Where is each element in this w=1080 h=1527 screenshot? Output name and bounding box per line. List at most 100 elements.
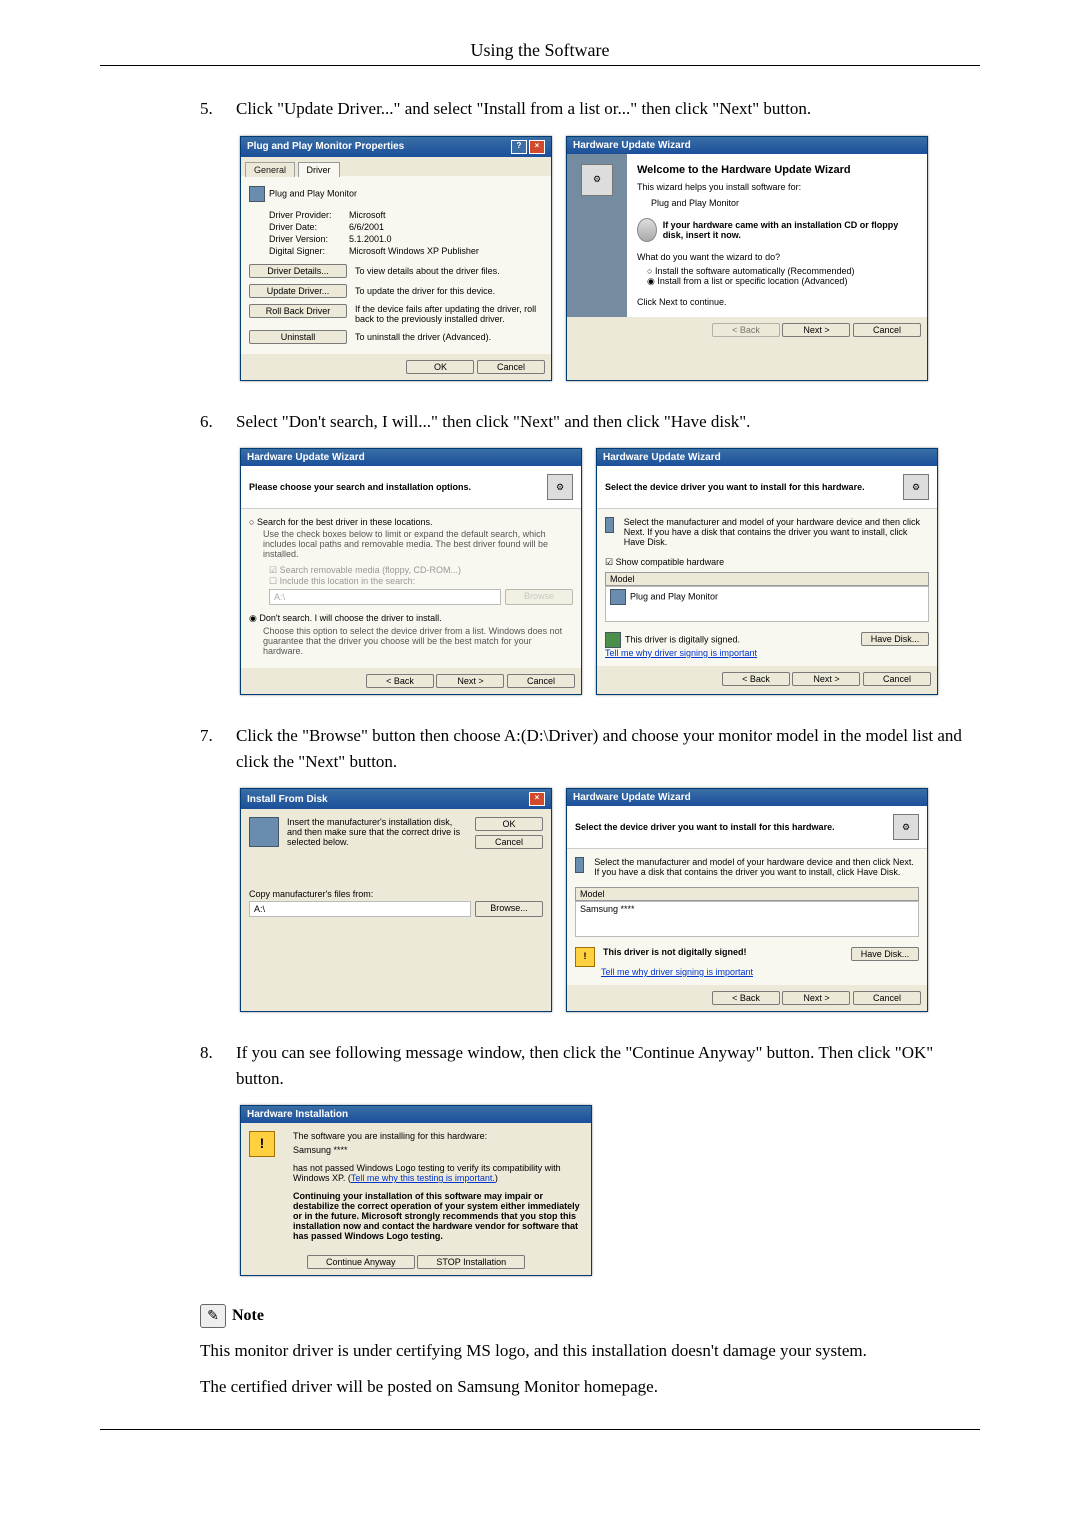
cancel-button[interactable]: Cancel	[507, 674, 575, 688]
option-search[interactable]: Search for the best driver in these loca…	[249, 517, 573, 527]
wizard-welcome: Hardware Update Wizard ⚙ Welcome to the …	[566, 136, 928, 381]
rollback-desc: If the device fails after updating the d…	[355, 304, 543, 324]
help-icon[interactable]: ?	[511, 140, 527, 154]
not-signed-text: This driver is not digitally signed!	[603, 947, 747, 957]
cancel-button[interactable]: Cancel	[853, 323, 921, 337]
warn-device: Samsung ****	[293, 1145, 583, 1155]
step-8-screenshots: Hardware Installation ! The software you…	[240, 1105, 980, 1276]
next-button[interactable]: Next >	[436, 674, 504, 688]
back-button[interactable]: < Back	[366, 674, 434, 688]
rollback-button[interactable]: Roll Back Driver	[249, 304, 347, 318]
step-number: 6.	[200, 409, 236, 435]
model-item[interactable]: Samsung ****	[580, 904, 635, 914]
step-number: 5.	[200, 96, 236, 122]
ok-button[interactable]: OK	[406, 360, 474, 374]
why-signing-link[interactable]: Tell me why driver signing is important	[601, 967, 753, 977]
wizard-body: ⚙ Welcome to the Hardware Update Wizard …	[567, 154, 927, 317]
gear-icon: ⚙	[547, 474, 573, 500]
wizard-intro: This wizard helps you install software f…	[637, 182, 917, 192]
cd-hint: If your hardware came with an installati…	[663, 220, 917, 240]
button-row: < Back Next > Cancel	[567, 985, 927, 1011]
wizard-heading: Select the device driver you want to ins…	[575, 822, 835, 832]
cancel-button[interactable]: Cancel	[477, 360, 545, 374]
wizard-select-model: Hardware Update Wizard Select the device…	[566, 788, 928, 1012]
gear-icon: ⚙	[903, 474, 929, 500]
step-8: 8. If you can see following message wind…	[200, 1040, 980, 1091]
gear-icon: ⚙	[581, 164, 613, 196]
driver-details-button[interactable]: Driver Details...	[249, 264, 347, 278]
cancel-button[interactable]: Cancel	[853, 991, 921, 1005]
search-desc: Use the check boxes below to limit or ex…	[263, 529, 573, 559]
step-6: 6. Select "Don't search, I will..." then…	[200, 409, 980, 435]
copy-from-label: Copy manufacturer's files from:	[249, 889, 543, 899]
warn-line2b: )	[495, 1173, 498, 1183]
path-input[interactable]: A:\	[249, 901, 471, 917]
dialog-body: Plug and Play Monitor Driver Provider:Mi…	[241, 176, 551, 354]
close-icon[interactable]: ×	[529, 140, 545, 154]
window-title: Hardware Update Wizard	[573, 792, 691, 803]
warn-line1: The software you are installing for this…	[293, 1131, 583, 1141]
stop-installation-button[interactable]: STOP Installation	[417, 1255, 525, 1269]
signer-value: Microsoft Windows XP Publisher	[349, 246, 479, 256]
wizard-title: Welcome to the Hardware Update Wizard	[637, 164, 917, 176]
model-list[interactable]: Samsung ****	[575, 901, 919, 937]
date-value: 6/6/2001	[349, 222, 384, 232]
hardware-installation-dialog: Hardware Installation ! The software you…	[240, 1105, 592, 1276]
why-signing-link[interactable]: Tell me why driver signing is important	[605, 648, 757, 658]
option-list[interactable]: Install from a list or specific location…	[647, 276, 917, 287]
have-disk-button[interactable]: Have Disk...	[861, 632, 929, 646]
back-button[interactable]: < Back	[712, 991, 780, 1005]
window-title: Hardware Installation	[247, 1109, 348, 1120]
uninstall-button[interactable]: Uninstall	[249, 330, 347, 344]
page-header: Using the Software	[100, 40, 980, 61]
warn-line2: has not passed Windows Logo testing to v…	[293, 1163, 583, 1183]
device-name: Plug and Play Monitor	[269, 188, 357, 198]
wizard-select-driver: Hardware Update Wizard Select the device…	[596, 448, 938, 695]
note-icon: ✎	[200, 1304, 226, 1328]
tab-strip: General Driver	[241, 157, 551, 176]
tab-driver[interactable]: Driver	[298, 162, 340, 177]
wizard-search-options: Hardware Update Wizard Please choose you…	[240, 448, 582, 695]
window-title: Hardware Update Wizard	[573, 140, 691, 151]
check-compatible[interactable]: Show compatible hardware	[605, 557, 929, 568]
option-auto[interactable]: Install the software automatically (Reco…	[647, 266, 917, 276]
browse-button[interactable]: Browse...	[475, 901, 543, 917]
titlebar: Install From Disk ×	[241, 789, 551, 809]
note-section: ✎ Note	[200, 1304, 980, 1328]
next-button[interactable]: Next >	[782, 991, 850, 1005]
next-button[interactable]: Next >	[782, 323, 850, 337]
dialog-body: Insert the manufacturer's installation d…	[241, 809, 551, 925]
path-input: A:\	[269, 589, 501, 605]
wizard-heading: Please choose your search and installati…	[249, 482, 471, 492]
tab-general[interactable]: General	[245, 162, 295, 177]
bottom-rule	[100, 1429, 980, 1430]
button-row: < Back Next > Cancel	[567, 317, 927, 343]
close-icon[interactable]: ×	[529, 792, 545, 806]
note-label: Note	[232, 1307, 264, 1325]
wizard-desc: Select the manufacturer and model of you…	[594, 857, 919, 877]
continue-anyway-button[interactable]: Continue Anyway	[307, 1255, 415, 1269]
gear-icon: ⚙	[893, 814, 919, 840]
model-list[interactable]: Plug and Play Monitor	[605, 586, 929, 622]
step-5-screenshots: Plug and Play Monitor Properties ?× Gene…	[240, 136, 980, 381]
why-testing-link[interactable]: Tell me why this testing is important.	[351, 1173, 495, 1183]
cancel-button[interactable]: Cancel	[475, 835, 543, 849]
wizard-content: Welcome to the Hardware Update Wizard Th…	[627, 154, 927, 317]
top-rule	[100, 65, 980, 66]
update-driver-button[interactable]: Update Driver...	[249, 284, 347, 298]
model-header: Model	[605, 572, 929, 586]
browse-button: Browse	[505, 589, 573, 605]
step-7: 7. Click the "Browse" button then choose…	[200, 723, 980, 774]
step-6-screenshots: Hardware Update Wizard Please choose you…	[240, 448, 980, 695]
window-title: Hardware Update Wizard	[247, 452, 365, 463]
cancel-button[interactable]: Cancel	[863, 672, 931, 686]
next-button[interactable]: Next >	[792, 672, 860, 686]
wizard-body: Select the manufacturer and model of you…	[597, 509, 937, 666]
back-button[interactable]: < Back	[722, 672, 790, 686]
warning-icon: !	[575, 947, 595, 967]
properties-dialog: Plug and Play Monitor Properties ?× Gene…	[240, 136, 552, 381]
ok-button[interactable]: OK	[475, 817, 543, 831]
have-disk-button[interactable]: Have Disk...	[851, 947, 919, 961]
option-dont-search[interactable]: Don't search. I will choose the driver t…	[249, 613, 573, 624]
model-item[interactable]: Plug and Play Monitor	[630, 591, 718, 601]
